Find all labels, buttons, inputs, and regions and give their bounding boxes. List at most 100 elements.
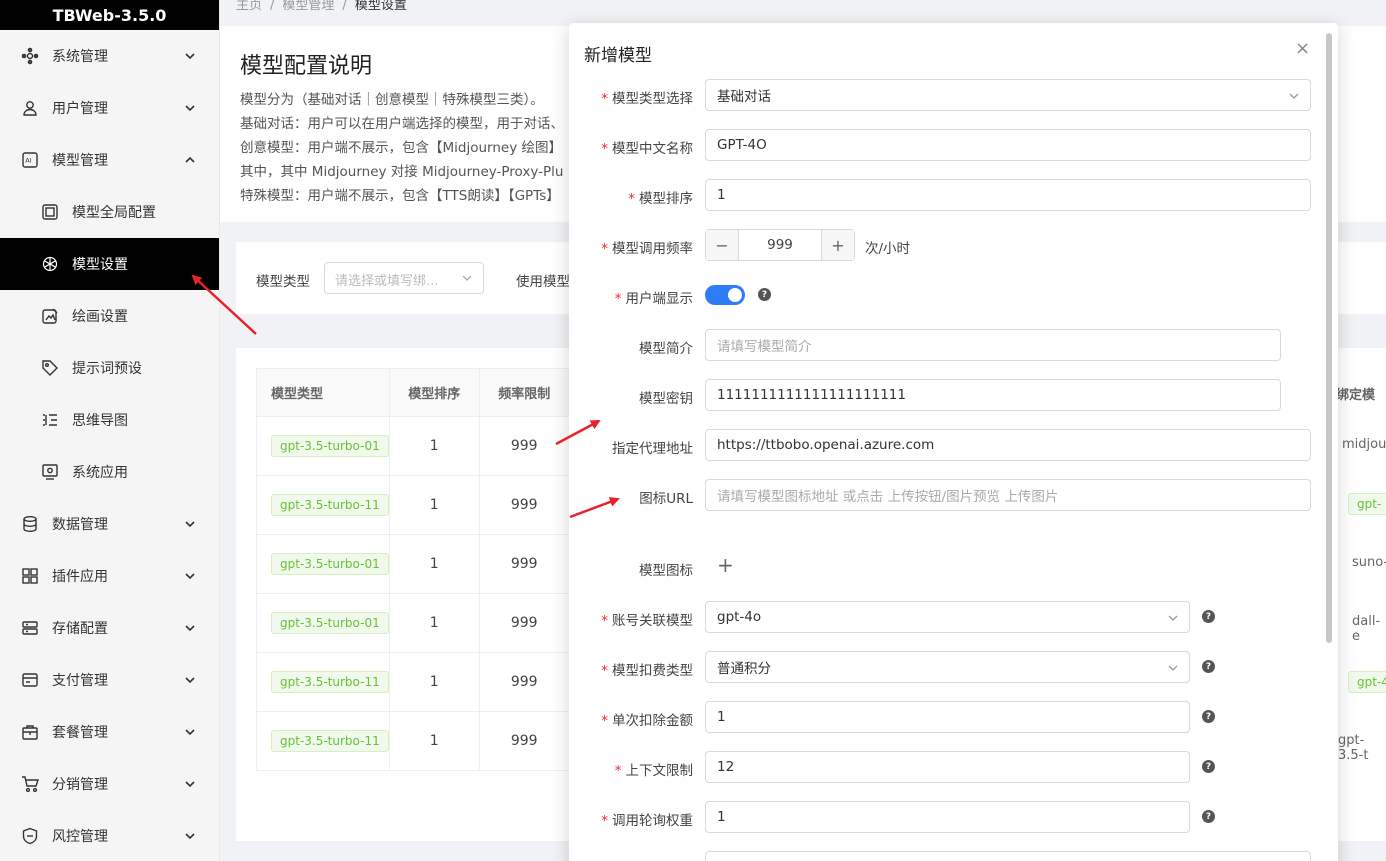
frequency-value[interactable]: 999 [738,230,822,260]
chevron-down-icon [183,569,197,583]
sidebar-item-models[interactable]: AI 模型管理 [0,134,219,186]
table-row[interactable]: gpt-3.5-turbo-11 1 999 [256,475,590,535]
ai-icon: AI [20,150,40,170]
sidebar-item-storage[interactable]: 存储配置 [0,602,219,654]
sidebar-subitem-drawing[interactable]: 绘画设置 [0,290,219,342]
sidebar-item-label: 模型设置 [72,257,128,273]
client-display-toggle[interactable] [705,285,745,305]
model-type-tag: gpt-3.5-turbo-01 [271,435,389,457]
sidebar-item-risk[interactable]: 风控管理 [0,810,219,861]
type-cell: gpt-3.5-turbo-01 [256,534,390,594]
breadcrumb-separator: / [270,0,275,13]
account-model-select[interactable]: gpt-4o [705,601,1190,633]
field-label: 模型简介 [639,341,693,357]
help-icon[interactable]: ? [1202,760,1215,773]
order-cell: 1 [388,652,480,712]
table-row[interactable]: gpt-3.5-turbo-11 1 999 [256,652,590,712]
field-label: 模型图标 [639,563,693,579]
model-type-select[interactable]: 基础对话 [705,79,1311,111]
breadcrumb-model-management[interactable]: 模型管理 [282,0,334,14]
user-icon [20,98,40,118]
sidebar-item-label: 存储配置 [52,621,108,637]
sidebar-subitem-model-settings[interactable]: 模型设置 [0,238,219,290]
sidebar-item-system[interactable]: 系统管理 [0,30,219,82]
dialog-title: 新增模型 [584,46,652,66]
sidebar-item-distribution[interactable]: 分销管理 [0,758,219,810]
bound-model-tag: gpt-4 [1348,671,1386,693]
sidebar-subitem-prompts[interactable]: 提示词预设 [0,342,219,394]
table-row[interactable]: gpt-3.5-turbo-01 1 999 [256,416,590,476]
field-model-name: * 模型中文名称 GPT-4O [569,129,1329,161]
deduct-type-select[interactable]: 普通积分 [705,651,1190,683]
field-deduct-type: * 模型扣费类型 普通积分 ? [569,651,1329,683]
column-header-limit[interactable]: 频率限制 [478,368,570,417]
package-icon [20,722,40,742]
sidebar-subitem-global-config[interactable]: 模型全局配置 [0,186,219,238]
chevron-down-icon [1167,613,1179,623]
field-next [569,851,1329,861]
breadcrumb-home[interactable]: 主页 [236,0,262,14]
help-icon[interactable]: ? [1202,710,1215,723]
help-icon[interactable]: ? [1202,810,1215,823]
system-icon [20,46,40,66]
sidebar-item-users[interactable]: 用户管理 [0,82,219,134]
column-header-order[interactable]: 模型排序 [388,368,480,417]
close-icon[interactable]: × [1295,38,1310,59]
field-label: 模型中文名称 [612,141,693,157]
chevron-down-icon [183,49,197,63]
column-header-type[interactable]: 模型类型 [256,368,390,417]
filter-type-select[interactable]: 请选择或填写绑... [324,262,484,294]
deduct-amount-input[interactable]: 1 [705,701,1190,733]
table-row[interactable]: gpt-3.5-turbo-11 1 999 [256,711,590,771]
field-icon-url: 图标URL 请填写模型图标地址 或点击 上传按钮/图片预览 上传图片 [569,479,1329,511]
chevron-down-icon [183,725,197,739]
type-cell: gpt-3.5-turbo-01 [256,416,390,476]
sidebar-item-data[interactable]: 数据管理 [0,498,219,550]
icon-url-input[interactable]: 请填写模型图标地址 或点击 上传按钮/图片预览 上传图片 [705,479,1311,511]
limit-cell: 999 [478,652,570,712]
sidebar-item-label: 分销管理 [52,777,108,793]
polling-weight-input[interactable]: 1 [705,801,1190,833]
bound-model-cell: dall-e [1352,614,1381,644]
table-row[interactable]: gpt-3.5-turbo-01 1 999 [256,593,590,653]
order-cell: 1 [388,711,480,771]
chevron-up-icon [183,153,197,167]
type-cell: gpt-3.5-turbo-11 [256,475,390,535]
chevron-down-icon [183,777,197,791]
model-description-input[interactable]: 请填写模型简介 [705,329,1281,361]
tag-icon [40,358,60,378]
sidebar-item-label: 套餐管理 [52,725,108,741]
help-icon[interactable]: ? [758,288,771,301]
field-label: 模型调用频率 [612,241,693,257]
field-model-description: 模型简介 请填写模型简介 [569,329,1329,361]
model-key-input[interactable]: 1111111111111111111111 [705,379,1281,411]
table-row[interactable]: gpt-3.5-turbo-01 1 999 [256,534,590,594]
model-name-input[interactable]: GPT-4O [705,129,1311,161]
proxy-url-input[interactable]: https://ttbobo.openai.azure.com [705,429,1311,461]
field-label: 单次扣除金额 [612,713,693,729]
frame-icon [40,202,60,222]
sidebar-item-plugins[interactable]: 插件应用 [0,550,219,602]
increment-button[interactable]: + [822,230,854,260]
order-cell: 1 [388,534,480,594]
field-model-order: * 模型排序 1 [569,179,1329,211]
help-icon[interactable]: ? [1202,660,1215,673]
app-logo: TBWeb-3.5.0 [0,0,219,30]
model-order-input[interactable]: 1 [705,179,1311,211]
limit-cell: 999 [478,534,570,594]
sidebar-subitem-mindmap[interactable]: 思维导图 [0,394,219,446]
decrement-button[interactable]: − [706,230,738,260]
context-limit-input[interactable]: 12 [705,751,1190,783]
bound-model-tag: gpt- [1348,493,1386,515]
field-label: 用户端显示 [625,291,694,307]
help-icon[interactable]: ? [1202,610,1215,623]
sidebar: TBWeb-3.5.0 系统管理 用户管理 AI 模型管理 模型全局配置 模型设… [0,0,220,861]
sidebar-item-packages[interactable]: 套餐管理 [0,706,219,758]
upload-plus-icon[interactable]: + [717,553,734,577]
sidebar-item-payment[interactable]: 支付管理 [0,654,219,706]
field-model-type: * 模型类型选择 基础对话 [569,79,1329,111]
next-field-input[interactable] [705,851,1311,861]
column-header-bound[interactable]: 绑定模 [1336,384,1375,403]
sidebar-subitem-apps[interactable]: 系统应用 [0,446,219,498]
chevron-down-icon [1288,91,1300,101]
